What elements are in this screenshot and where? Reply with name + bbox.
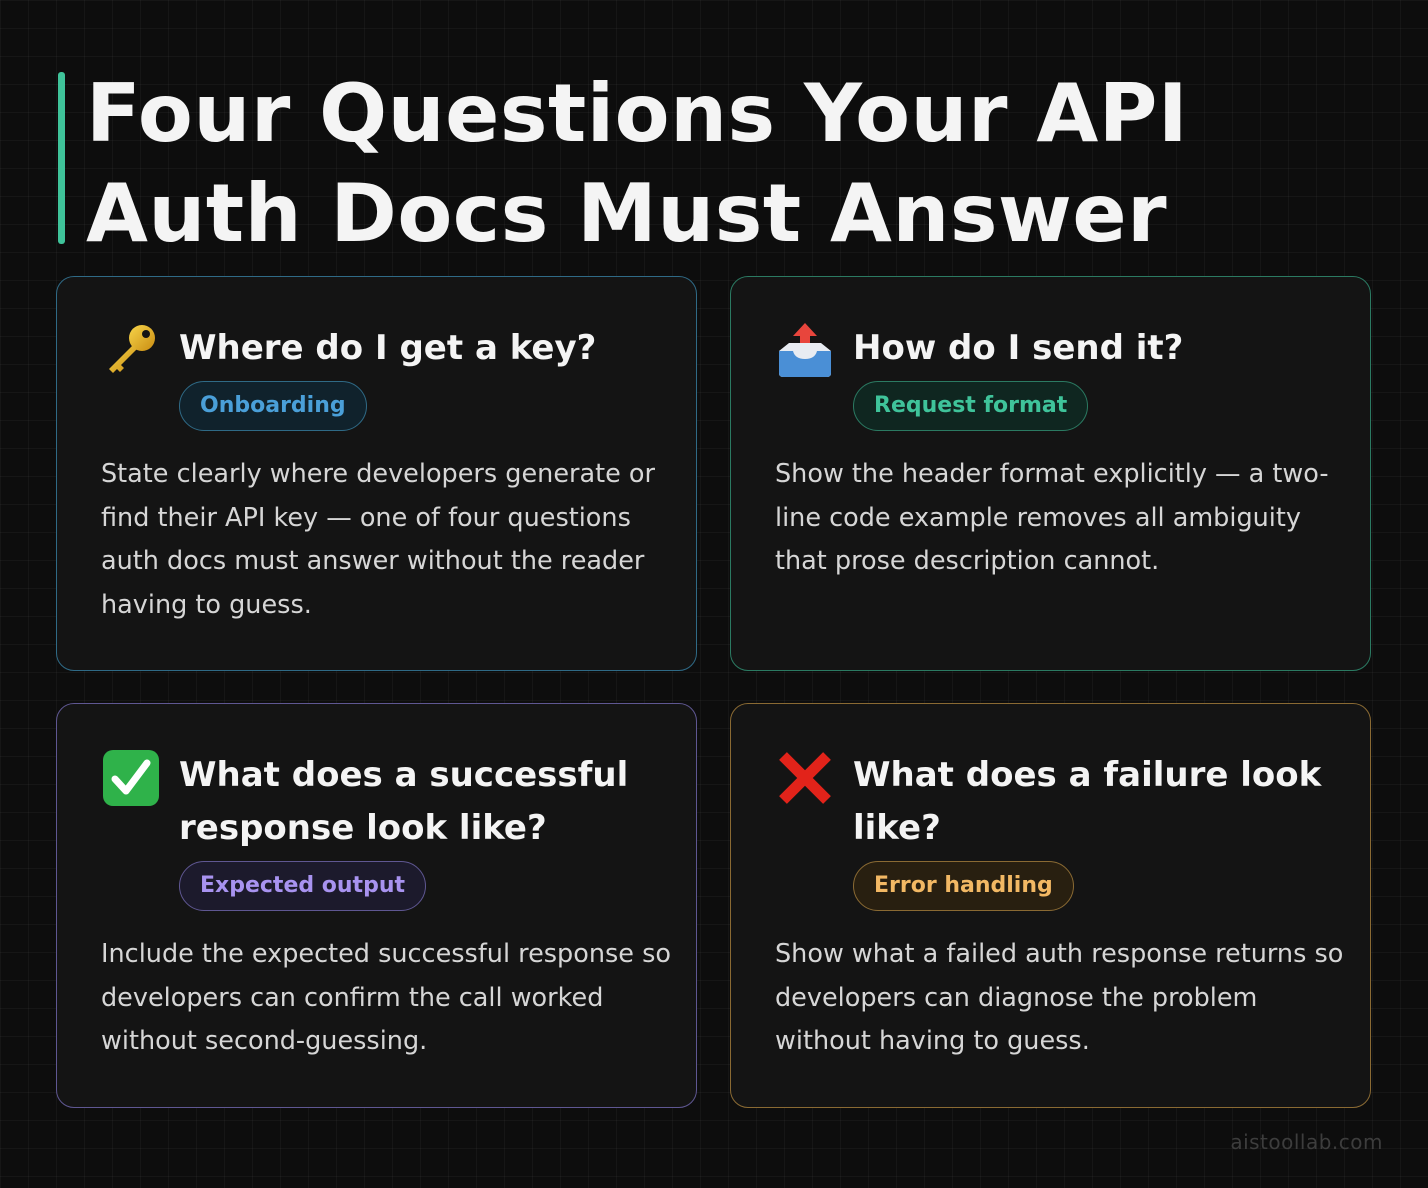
- card-body: Include the expected successful response…: [101, 939, 671, 1056]
- card-get-key: Where do I get a key? Onboarding State c…: [56, 276, 697, 671]
- tag-error-handling: Error handling: [853, 861, 1074, 911]
- card-body: Show the header format explicitly — a tw…: [775, 459, 1329, 576]
- check-mark-icon: [103, 750, 159, 806]
- card-question: What does a failure look like?: [853, 755, 1322, 848]
- card-send-key: How do I send it? Request format Show th…: [730, 276, 1371, 671]
- card-question: What does a successful response look lik…: [179, 755, 629, 848]
- header: Four Questions Your API Auth Docs Must A…: [58, 64, 1378, 260]
- card-success-response: What does a successful response look lik…: [56, 703, 697, 1108]
- title-accent-bar: [58, 72, 65, 244]
- key-icon: [109, 325, 155, 373]
- card-failure-response: What does a failure look like? Error han…: [730, 703, 1371, 1108]
- card-body: Show what a failed auth response returns…: [775, 939, 1344, 1056]
- cross-mark-icon: [779, 752, 831, 804]
- card-question: How do I send it?: [853, 328, 1184, 368]
- tag-request-format: Request format: [853, 381, 1089, 431]
- card-question: Where do I get a key?: [179, 328, 597, 368]
- tag-expected-output: Expected output: [179, 861, 426, 911]
- card-body: State clearly where developers generate …: [101, 459, 656, 620]
- footer-watermark: aistoollab.com: [1230, 1130, 1383, 1154]
- tag-onboarding: Onboarding: [179, 381, 367, 431]
- page-title: Four Questions Your API Auth Docs Must A…: [86, 67, 1189, 260]
- outbox-tray-icon: [779, 323, 831, 377]
